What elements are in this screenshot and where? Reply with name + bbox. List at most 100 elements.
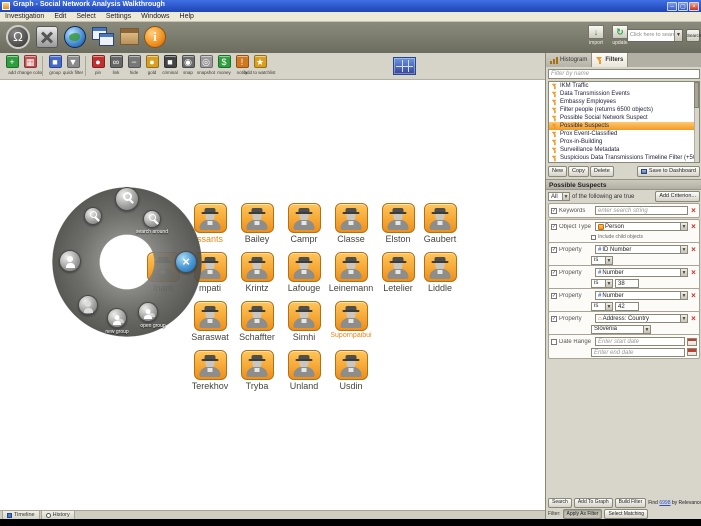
criterion-checkbox[interactable]: ✓	[551, 315, 557, 322]
tab-history[interactable]: History	[40, 510, 75, 519]
country-select[interactable]: Slovenia ▼	[591, 324, 651, 334]
toolbar-pin-button[interactable]: ● pin	[89, 55, 107, 75]
search-button[interactable]: Search	[686, 29, 701, 42]
tab-filters[interactable]: Filters	[592, 53, 629, 67]
criterion-checkbox[interactable]	[551, 338, 557, 345]
toolbar-money-button[interactable]: $ money	[215, 55, 233, 75]
saved-filter-row[interactable]: Suspicious Data Transmissions Timeline F…	[549, 154, 699, 162]
layers-icon[interactable]	[92, 25, 116, 48]
remove-criterion-icon[interactable]: ×	[690, 268, 697, 277]
menu-help[interactable]: Help	[175, 12, 199, 22]
saved-filter-row[interactable]: Surveillance Metadata	[549, 146, 699, 154]
maximize-button[interactable]: ▢	[678, 2, 688, 11]
new-filter-button[interactable]: New	[548, 166, 568, 177]
run-search-button[interactable]: Search	[548, 497, 572, 508]
chevron-down-icon[interactable]: ▼	[674, 30, 682, 41]
toolbar-snapshot-button[interactable]: ◎ snapshot	[197, 55, 215, 75]
package-icon[interactable]	[120, 25, 139, 45]
new-group-icon[interactable]	[107, 308, 127, 328]
menu-settings[interactable]: Settings	[101, 12, 136, 22]
saved-filter-row[interactable]: Embassy Employees	[549, 98, 699, 106]
remove-criterion-icon[interactable]: ×	[690, 206, 697, 215]
select-matching-button[interactable]: Select Matching	[604, 509, 649, 519]
operator-select[interactable]: is ▼	[591, 278, 613, 288]
match-mode-select[interactable]: All ▼	[548, 192, 570, 201]
menu-edit[interactable]: Edit	[49, 12, 71, 22]
criterion-checkbox[interactable]: ✓	[551, 223, 557, 230]
remove-criterion-icon[interactable]: ×	[690, 222, 697, 231]
saved-filter-row[interactable]: Possible Social Network Suspect	[549, 114, 699, 122]
scrollbar[interactable]	[694, 82, 699, 162]
saved-filter-row[interactable]: Prox Event-Classified	[549, 130, 699, 138]
remove-criterion-icon[interactable]: ×	[690, 245, 697, 254]
filter-by-name-input[interactable]: Filter by name	[548, 69, 700, 79]
result-count-link[interactable]: 6998	[659, 500, 670, 506]
apply-as-filter-button[interactable]: Apply As Filter	[562, 509, 603, 519]
remove-criterion-icon[interactable]: ×	[690, 291, 697, 300]
info-icon[interactable]: i	[144, 25, 166, 48]
criterion-checkbox[interactable]: ✓	[551, 292, 557, 299]
property-select[interactable]: # Number ▼	[595, 268, 688, 277]
copy-filter-button[interactable]: Copy	[568, 166, 589, 177]
include-children-checkbox[interactable]	[591, 234, 596, 240]
saved-filter-row[interactable]: Data Transmission Events	[549, 90, 699, 98]
calendar-icon[interactable]	[687, 348, 697, 356]
layout-grid-icon[interactable]	[393, 57, 416, 75]
calendar-icon[interactable]	[687, 337, 697, 346]
toolbar-link-button[interactable]: ∞ link	[107, 55, 125, 75]
operator-select[interactable]: is ▼	[591, 301, 613, 311]
criterion-checkbox[interactable]: ✓	[551, 269, 557, 276]
tools-icon[interactable]	[36, 25, 58, 48]
toolbar-gold-button[interactable]: ● gold	[143, 55, 161, 75]
criterion-checkbox[interactable]: ✓	[551, 207, 557, 214]
add-criterion-button[interactable]: Add Criterion...	[655, 191, 700, 202]
globe-icon[interactable]	[64, 25, 86, 48]
global-search-input[interactable]: Click here to search ▼	[627, 29, 683, 42]
saved-filter-row[interactable]: IKM Traffic	[549, 82, 699, 90]
number-value-input[interactable]: 38	[615, 278, 639, 288]
toolbar-quick-filter-button[interactable]: ▼ quick filter	[63, 55, 83, 75]
saved-filter-row[interactable]: Filter people (returns 6500 objects)	[549, 106, 699, 114]
toolbar-criminal-button[interactable]: ■ criminal	[161, 55, 179, 75]
toolbar-group-button[interactable]: ■ group	[46, 55, 64, 75]
minimize-button[interactable]: –	[667, 2, 677, 11]
open-group-icon[interactable]	[138, 302, 158, 322]
person-select-icon[interactable]	[59, 250, 81, 272]
menu-windows[interactable]: Windows	[136, 12, 174, 22]
import-button[interactable]: ↓ import	[584, 24, 608, 52]
search-around-icon[interactable]	[143, 210, 161, 228]
number-value-input[interactable]: 42	[615, 301, 639, 311]
criterion-checkbox[interactable]: ✓	[551, 246, 557, 253]
save-to-dashboard-button[interactable]: Save to Dashboard	[636, 166, 700, 177]
person-node[interactable]: Gaubert	[410, 203, 470, 244]
graph-canvas[interactable]: ssantsBaileyCamprClasseElstonGaubertInam…	[0, 80, 545, 510]
tab-timeline[interactable]: Timeline	[2, 510, 40, 519]
saved-filter-row[interactable]: Prox-in-Building	[549, 138, 699, 146]
start-date-input[interactable]: Enter start date	[595, 337, 685, 346]
keywords-input[interactable]: enter search string	[595, 206, 688, 215]
end-date-input[interactable]: Enter end date	[591, 347, 685, 357]
property-select[interactable]: # Number ▼	[595, 291, 688, 300]
zoom-select-icon[interactable]	[84, 207, 102, 225]
tab-histogram[interactable]: Histogram	[546, 53, 593, 67]
remove-criterion-icon[interactable]: ×	[690, 314, 697, 323]
person-dark-icon[interactable]	[78, 295, 98, 315]
menu-investigation[interactable]: Investigation	[0, 12, 49, 22]
omega-logo-icon[interactable]: Ω	[6, 25, 30, 49]
object-type-select[interactable]: Person ▼	[595, 222, 688, 231]
property-select[interactable]: ⌂ Address: Country ▼	[595, 314, 688, 323]
toolbar-change-color-button[interactable]: ▦ change color	[17, 55, 43, 75]
toolbar-hide-button[interactable]: − hide	[125, 55, 143, 75]
toolbar-snap-button[interactable]: ◉ snap	[179, 55, 197, 75]
menu-select[interactable]: Select	[71, 12, 100, 22]
close-radial-icon[interactable]: ×	[175, 251, 197, 273]
toolbar-add-to-watchlist-button[interactable]: ★ add to watchlist	[244, 55, 276, 75]
build-filter-button[interactable]: Build Filter	[614, 497, 647, 508]
saved-filter-row[interactable]: Possible Suspects	[549, 122, 699, 130]
search-icon[interactable]	[115, 187, 139, 211]
delete-filter-button[interactable]: Delete	[589, 166, 614, 177]
property-select[interactable]: # ID Number ▼	[595, 245, 688, 254]
person-node[interactable]: Supornpaibui	[321, 301, 381, 339]
close-button[interactable]: ×	[689, 2, 699, 11]
scrollbar-thumb[interactable]	[694, 82, 699, 108]
